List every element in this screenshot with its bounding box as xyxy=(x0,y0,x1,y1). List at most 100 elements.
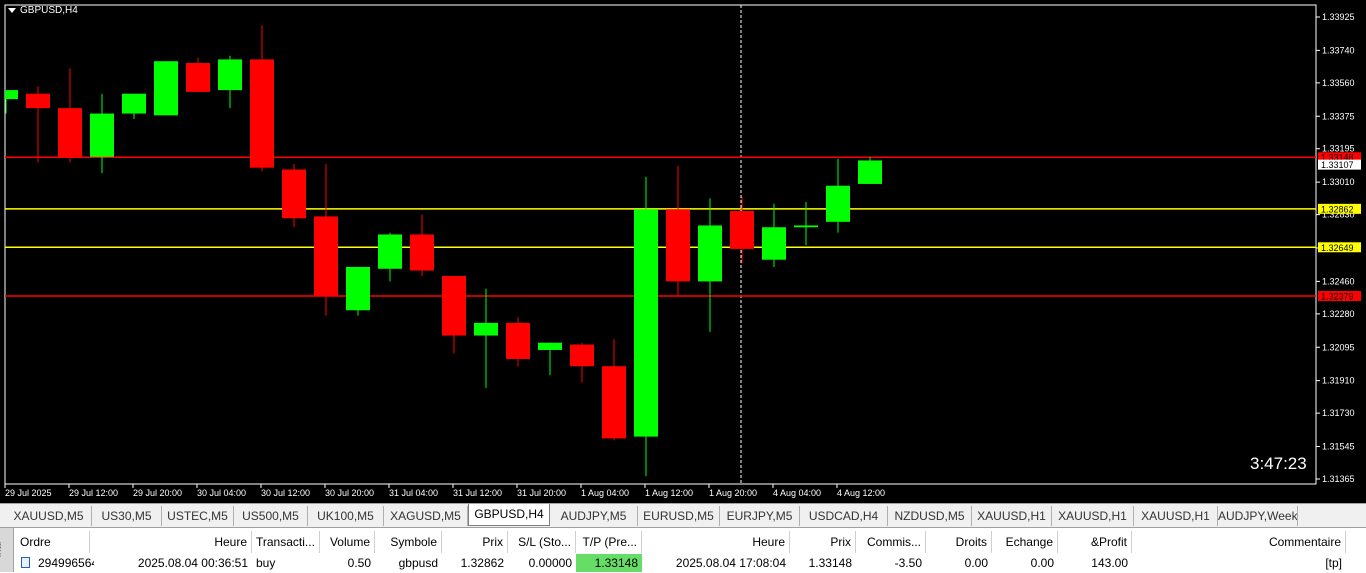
chart-tab[interactable]: XAUUSD,H1 xyxy=(1134,506,1218,526)
candle-body xyxy=(218,59,242,91)
chart-tab[interactable]: EURUSD,M5 xyxy=(638,506,720,526)
price-level-label: 1.32862 xyxy=(1321,204,1354,214)
x-tick-label: 31 Jul 20:00 xyxy=(517,488,566,498)
candle-body xyxy=(506,322,530,359)
candle-body xyxy=(410,234,434,271)
prix-close-header[interactable]: Prix xyxy=(790,531,856,553)
y-tick-label: 1.33740 xyxy=(1322,45,1355,55)
table-cell: 1.32862 xyxy=(460,556,504,570)
chart-tab[interactable]: USTEC,M5 xyxy=(162,506,234,526)
x-tick-label: 29 Jul 12:00 xyxy=(69,488,118,498)
tp-header[interactable]: T/P (Pre... xyxy=(576,531,642,553)
chart-tab[interactable]: US500,M5 xyxy=(234,506,308,526)
y-tick-label: 1.31910 xyxy=(1322,376,1355,386)
x-tick-label: 1 Aug 04:00 xyxy=(581,488,629,498)
order-document-icon xyxy=(21,557,30,568)
price-level-label: 1.32379 xyxy=(1321,292,1354,302)
candle-body xyxy=(794,225,818,228)
x-tick-label: 30 Jul 04:00 xyxy=(197,488,246,498)
ordre-header[interactable]: Ordre xyxy=(16,531,90,553)
table-cell: 0.00 xyxy=(964,556,988,570)
candle-body xyxy=(442,275,466,336)
chart-tab[interactable]: XAUUSD,H1 xyxy=(1052,506,1134,526)
echange-header[interactable]: Echange xyxy=(992,531,1058,553)
candle-body xyxy=(698,225,722,282)
x-tick-label: 31 Jul 12:00 xyxy=(453,488,502,498)
commentaire-header[interactable]: Commentaire xyxy=(1132,531,1346,553)
chart-tab[interactable]: US30,M5 xyxy=(92,506,162,526)
chart-title[interactable]: GBPUSD,H4 xyxy=(8,5,78,16)
chart-tab[interactable]: AUDJPY,M5 xyxy=(550,506,638,526)
chart-window[interactable]: 1.33925 1.33740 1.33560 1.33375 1.33195 1.330… xyxy=(0,0,1366,503)
y-tick-label: 1.33560 xyxy=(1322,78,1355,88)
chart-tab[interactable]: UK100,M5 xyxy=(308,506,384,526)
table-cell: 2025.08.04 00:36:51 xyxy=(137,556,248,570)
candle-timer: 3:47:23 xyxy=(1250,454,1307,473)
y-tick-label: 1.32460 xyxy=(1322,276,1355,286)
candle-body xyxy=(634,209,658,437)
table-cell: 2025.08.04 17:08:04 xyxy=(675,556,786,570)
table-cell: 0.50 xyxy=(347,556,371,570)
chart-tab[interactable]: GBPUSD,H4 xyxy=(468,504,550,526)
x-tick-label: 30 Jul 12:00 xyxy=(261,488,310,498)
x-tick-label: 31 Jul 04:00 xyxy=(389,488,438,498)
table-cell: [tp] xyxy=(1325,556,1342,570)
candle-body xyxy=(378,234,402,269)
heure-header[interactable]: Heure xyxy=(90,531,252,553)
candle-body xyxy=(5,90,18,100)
y-tick-label: 1.32095 xyxy=(1322,342,1355,352)
candle-body xyxy=(570,344,594,367)
prix-header[interactable]: Prix xyxy=(442,531,508,553)
sl-header[interactable]: S/L (Sto... xyxy=(508,531,576,553)
transaction-header[interactable]: Transacti... xyxy=(252,531,320,553)
chart-tab[interactable]: USDCAD,H4 xyxy=(800,506,888,526)
candle-body xyxy=(762,227,786,260)
y-tick-label: 1.33010 xyxy=(1322,177,1355,187)
table-cell: gbpusd xyxy=(398,556,438,570)
symbole-header[interactable]: Symbole xyxy=(375,531,442,553)
x-tick-label: 29 Jul 20:00 xyxy=(133,488,182,498)
candle-body xyxy=(282,169,306,219)
droits-header[interactable]: Droits xyxy=(926,531,992,553)
profit-header[interactable]: &Profit xyxy=(1058,531,1132,553)
x-tick-label: 4 Aug 12:00 xyxy=(837,488,885,498)
table-cell: -3.50 xyxy=(894,556,922,570)
candle-body xyxy=(666,209,690,282)
y-tick-label: 1.32280 xyxy=(1322,309,1355,319)
candle-body xyxy=(730,211,754,249)
candle-body xyxy=(250,59,274,168)
chart-tab[interactable]: AUDJPY,Weekl xyxy=(1218,506,1298,526)
terminal-side-label[interactable]: inal xyxy=(0,528,14,572)
chart-tab[interactable]: XAUUSD,H1 xyxy=(972,506,1052,526)
y-tick-label: 1.33375 xyxy=(1322,111,1355,121)
commission-header[interactable]: Commis... xyxy=(856,531,926,553)
candle-body xyxy=(826,185,850,222)
table-cell: buy xyxy=(256,556,276,570)
table-cell: 0.00 xyxy=(1030,556,1054,570)
y-tick-label: 1.31365 xyxy=(1322,474,1355,484)
heure-close-header[interactable]: Heure xyxy=(642,531,790,553)
chart-tabs-bar: XAUUSD,M5 US30,M5 USTEC,M5 US500,M5 UK100,M5… xyxy=(0,503,1366,528)
price-chart[interactable]: 1.339251.337401.335601.333751.331951.330… xyxy=(0,0,1366,503)
candle-body xyxy=(58,108,82,157)
y-tick-label: 1.33925 xyxy=(1322,12,1355,22)
volume-header[interactable]: Volume xyxy=(320,531,375,553)
candle-body xyxy=(602,366,626,439)
bid-price-label: 1.33107 xyxy=(1321,160,1354,170)
candle-body xyxy=(154,61,178,116)
x-tick-label: 1 Aug 12:00 xyxy=(645,488,693,498)
table-cell: 294996564 xyxy=(38,556,94,570)
candle-body xyxy=(122,93,146,114)
chart-tab[interactable]: XAUUSD,M5 xyxy=(6,506,92,526)
x-tick-label: 30 Jul 20:00 xyxy=(325,488,374,498)
x-tick-label: 1 Aug 20:00 xyxy=(709,488,757,498)
x-tick-label: 29 Jul 2025 xyxy=(5,488,52,498)
y-tick-label: 1.31730 xyxy=(1322,408,1355,418)
candle-body xyxy=(90,113,114,157)
candle-body xyxy=(538,342,562,350)
chart-tab[interactable]: XAGUSD,M5 xyxy=(384,506,468,526)
chart-tab[interactable]: NZDUSD,M5 xyxy=(888,506,972,526)
dropdown-arrow-icon[interactable] xyxy=(8,7,16,13)
chart-tab[interactable]: EURJPY,M5 xyxy=(720,506,800,526)
x-tick-label: 4 Aug 04:00 xyxy=(773,488,821,498)
